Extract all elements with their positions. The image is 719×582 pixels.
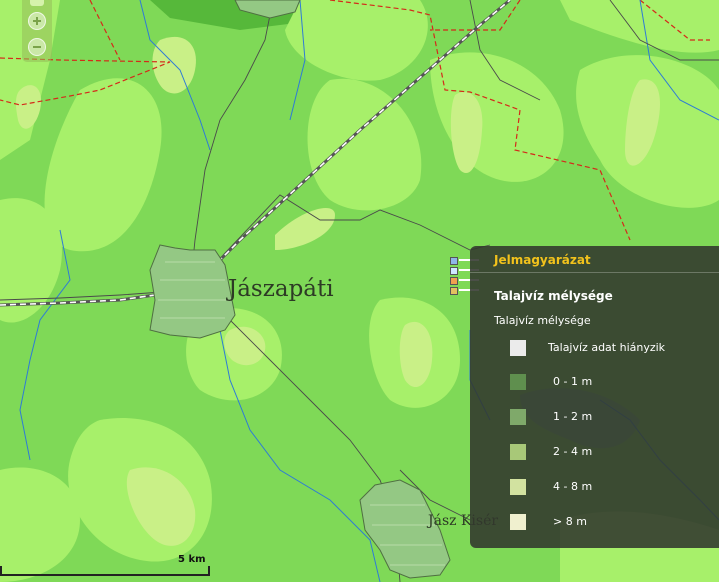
zoom-in-button[interactable]: [28, 12, 46, 30]
legend-subtitle: Talajvíz mélysége: [494, 314, 591, 327]
town-label-jaszapati: Jászapáti: [228, 276, 334, 302]
scale-label: 5 km: [178, 554, 206, 565]
legend-swatch: [510, 409, 526, 425]
legend-item: 2 - 4 m: [510, 444, 710, 462]
legend-swatch: [510, 340, 526, 356]
legend-tab-2[interactable]: [450, 267, 458, 275]
zoom-control: [22, 0, 52, 62]
legend-layer-title: Talajvíz mélysége: [494, 289, 613, 303]
legend-item: 0 - 1 m: [510, 374, 710, 392]
legend-item-label: Talajvíz adat hiányzik: [548, 341, 666, 354]
legend-header[interactable]: Jelmagyarázat: [494, 253, 591, 267]
legend-swatch: [510, 479, 526, 495]
legend-tab-3[interactable]: [450, 277, 458, 285]
legend-divider: [470, 272, 719, 273]
scale-bar: [0, 566, 210, 576]
legend-item-label: 2 - 4 m: [553, 445, 593, 458]
legend-item-label: > 8 m: [553, 515, 587, 528]
legend-item: 4 - 8 m: [510, 479, 710, 497]
zoom-out-button[interactable]: [28, 38, 46, 56]
legend-item: Talajvíz adat hiányzik: [510, 340, 710, 358]
legend-item-label: 1 - 2 m: [553, 410, 593, 423]
legend-item-label: 0 - 1 m: [553, 375, 593, 388]
zoom-handle[interactable]: [30, 0, 44, 6]
legend-item: 1 - 2 m: [510, 409, 710, 427]
legend-item-label: 4 - 8 m: [553, 480, 593, 493]
legend-tab-1[interactable]: [450, 257, 458, 265]
legend-swatch: [510, 514, 526, 530]
legend-tab-4[interactable]: [450, 287, 458, 295]
legend-swatch: [510, 444, 526, 460]
legend-panel: Jelmagyarázat Talajvíz mélysége Talajvíz…: [470, 246, 719, 548]
legend-item: > 8 m: [510, 514, 710, 532]
legend-swatch: [510, 374, 526, 390]
